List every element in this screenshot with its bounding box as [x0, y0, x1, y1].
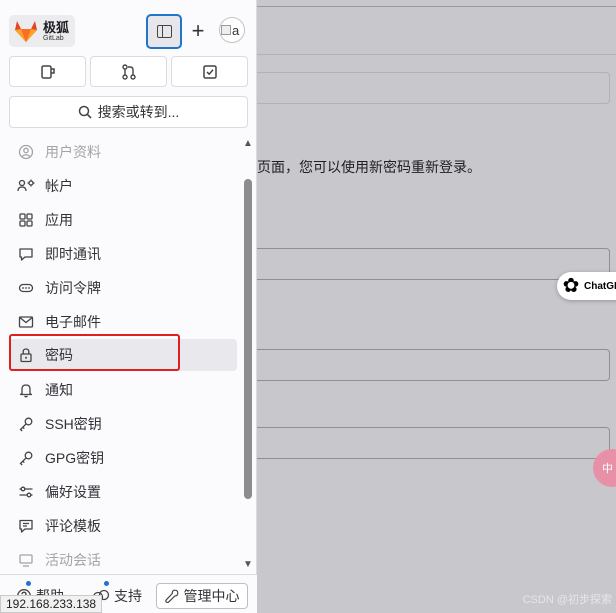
support-notification-dot — [104, 581, 109, 586]
new-password-field[interactable] — [257, 349, 610, 381]
search-button[interactable]: 搜索或转到... — [9, 96, 248, 128]
nav-label: GPG密钥 — [45, 450, 105, 466]
password-description: 页面，您可以使用新密码重新登录。 — [257, 159, 481, 175]
sidebar: 极狐 GitLab + a 搜索或转到... 用户资料 帐户 应用 即时通讯 访… — [0, 0, 257, 613]
nav-item-applications[interactable]: 应用 — [9, 204, 237, 236]
nav-label: 帐户 — [45, 178, 73, 194]
support-label: 支持 — [114, 588, 142, 604]
nav-label: 偏好设置 — [45, 484, 101, 500]
preferences-icon — [17, 483, 35, 501]
bell-icon — [17, 381, 35, 399]
nav-item-access-tokens[interactable]: 访问令牌 — [9, 272, 237, 304]
chatgpt-logo-icon: ✿ — [562, 275, 580, 297]
nav-item-gpg-keys[interactable]: GPG密钥 — [9, 442, 237, 474]
chatgpt-extension-badge[interactable]: ✿ ChatGP — [557, 272, 616, 300]
nav-item-notifications[interactable]: 通知 — [9, 374, 237, 406]
issues-button[interactable] — [9, 56, 86, 87]
chat-icon — [17, 245, 35, 263]
status-bar-url: 192.168.233.138 — [0, 595, 103, 613]
brand-logo[interactable]: 极狐 GitLab — [9, 15, 75, 47]
nav-item-chat[interactable]: 即时通讯 — [9, 238, 237, 270]
floating-helper-label: 中 — [602, 463, 613, 475]
admin-label: 管理中心 — [183, 588, 240, 604]
comment-template-icon — [17, 517, 35, 535]
scroll-up-arrow-icon[interactable]: ▲ — [243, 139, 253, 149]
mail-icon — [17, 313, 35, 331]
current-password-field[interactable] — [257, 248, 610, 280]
header-divider — [257, 54, 616, 55]
broken-image-icon — [221, 25, 231, 35]
sidebar-toggle-button[interactable] — [146, 14, 182, 49]
merge-request-icon — [121, 63, 136, 80]
brand-sub: GitLab — [43, 34, 64, 42]
nav-item-account[interactable]: 帐户 — [9, 170, 237, 202]
admin-area-button[interactable]: 管理中心 — [156, 583, 248, 609]
avatar-alt-text: a — [232, 22, 240, 38]
nav-label: 通知 — [45, 382, 73, 398]
gitlab-fox-icon — [15, 21, 37, 42]
password-highlight-annotation — [9, 334, 180, 371]
search-label: 搜索或转到... — [97, 104, 180, 120]
user-icon — [17, 143, 35, 161]
todo-check-icon — [202, 64, 217, 79]
brand-name: 极狐 — [43, 19, 70, 35]
nav-label: 即时通讯 — [45, 246, 101, 262]
top-divider — [257, 6, 616, 7]
todos-button[interactable] — [171, 56, 248, 87]
token-icon — [17, 279, 35, 297]
nav-label: 应用 — [45, 212, 73, 228]
issues-icon — [40, 64, 55, 79]
nav-label: 电子邮件 — [45, 314, 101, 330]
watermark: CSDN @初步探索 — [522, 594, 612, 606]
wrench-icon — [164, 589, 178, 603]
nav-item-comment-templates[interactable]: 评论模板 — [9, 510, 237, 542]
main-input-1[interactable] — [257, 72, 610, 104]
main-content-dimmed: 页面，您可以使用新密码重新登录。 CSDN @初步探索 — [257, 0, 616, 613]
sidebar-scrollbar[interactable]: ▲ ▼ — [242, 139, 254, 570]
scrollbar-thumb[interactable] — [244, 179, 252, 499]
nav-label: 访问令牌 — [45, 280, 101, 296]
chatgpt-badge-label: ChatGP — [584, 280, 616, 292]
nav-item-active-sessions[interactable]: 活动会话 — [9, 544, 237, 570]
nav-label: 评论模板 — [45, 518, 101, 534]
sidebar-header: 极狐 GitLab + a 搜索或转到... — [0, 0, 257, 136]
nav-label: 活动会话 — [45, 552, 101, 568]
account-icon — [17, 177, 35, 195]
nav-label: SSH密钥 — [45, 416, 102, 432]
user-avatar[interactable]: a — [219, 17, 245, 43]
nav-label: 用户资料 — [45, 144, 101, 160]
nav-item-profile[interactable]: 用户资料 — [9, 137, 237, 168]
nav-item-ssh-keys[interactable]: SSH密钥 — [9, 408, 237, 440]
applications-icon — [17, 211, 35, 229]
confirm-password-field[interactable] — [257, 427, 610, 459]
nav-item-preferences[interactable]: 偏好设置 — [9, 476, 237, 508]
key-icon — [17, 415, 35, 433]
scroll-down-arrow-icon[interactable]: ▼ — [243, 560, 253, 570]
key-icon — [17, 449, 35, 467]
search-icon — [78, 105, 92, 119]
session-icon — [17, 551, 35, 569]
help-notification-dot — [26, 581, 31, 586]
sidebar-toggle-icon — [156, 25, 172, 38]
create-new-button[interactable]: + — [186, 18, 210, 44]
merge-requests-button[interactable] — [90, 56, 167, 87]
